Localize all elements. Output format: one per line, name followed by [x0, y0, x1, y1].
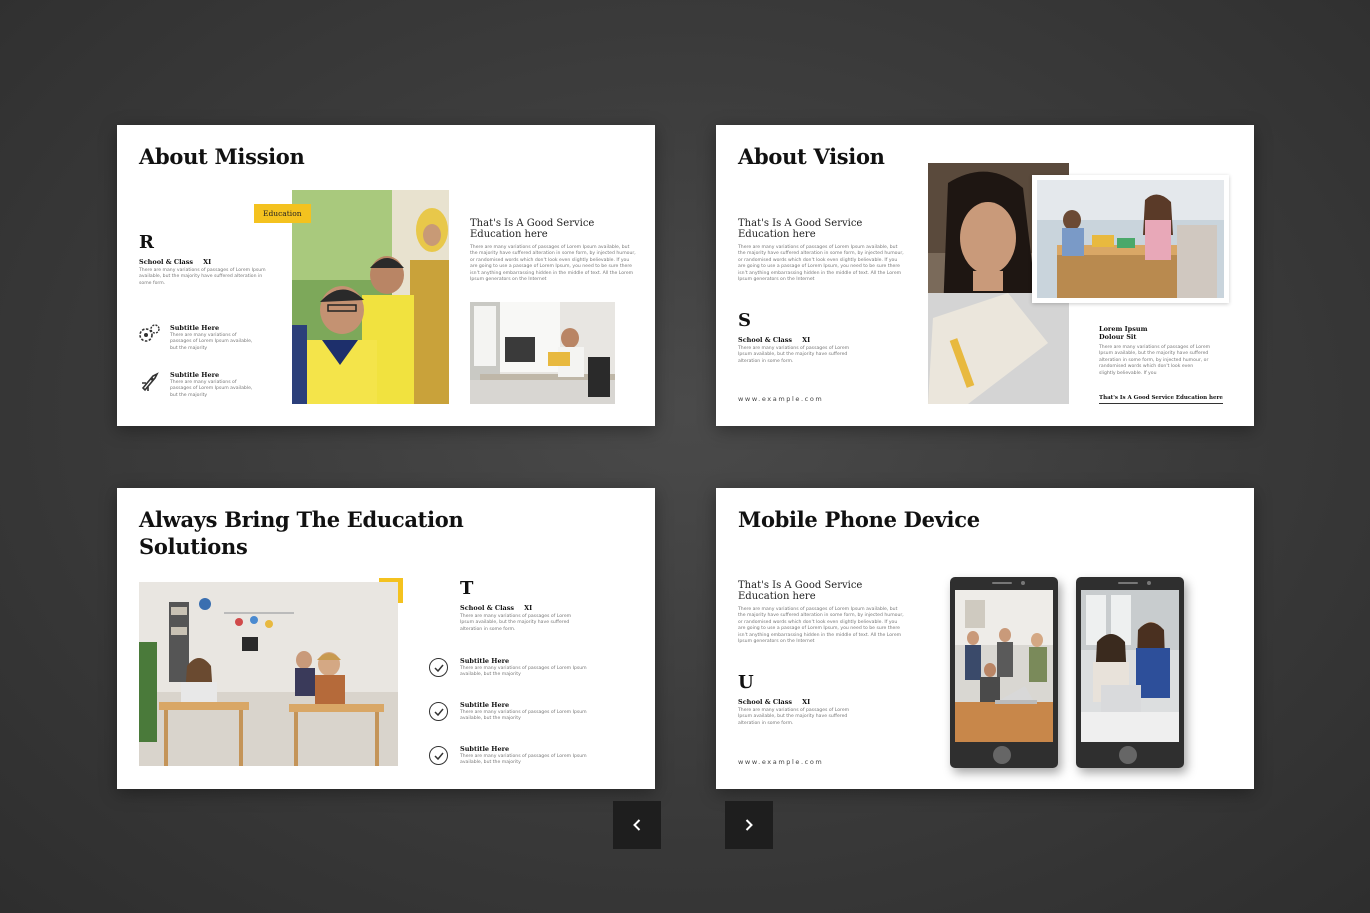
phone-screen-women-laptop [1081, 590, 1179, 742]
section-letter: S [738, 310, 751, 331]
classroom-kids-photo [1032, 175, 1229, 303]
check-icon [429, 658, 448, 677]
section-letter: U [738, 672, 754, 693]
subtitle-1-text: There are many variations of passages of… [460, 666, 587, 678]
subtitle-1: Subtitle Here [460, 657, 510, 665]
school-class-label: School & Class [139, 258, 194, 266]
prev-slide-button[interactable] [613, 801, 661, 849]
check-icon [429, 702, 448, 721]
section-heading: That's Is A Good Service Education here [738, 580, 863, 602]
school-class-line: School & Class XI [139, 258, 211, 266]
side-heading: Lorem Ipsum Dolour Sit [1099, 325, 1148, 341]
slide-title: Mobile Phone Device [738, 507, 980, 532]
phone-speaker [1118, 582, 1138, 584]
subtitle-3: Subtitle Here [460, 745, 510, 753]
section-body: There are many variations of passages of… [738, 346, 850, 364]
class-value: XI [802, 698, 811, 706]
school-class-line: School & Class XI [738, 336, 810, 344]
education-badge: Education [254, 204, 311, 223]
side-link[interactable]: That's Is A Good Service Education here [1099, 395, 1223, 404]
section-heading-body: There are many variations of passages of… [738, 607, 904, 645]
phone-screen-students [955, 590, 1053, 742]
section-body: There are many variations of passages of… [738, 708, 850, 726]
subtitle-2-text: There are many variations of passages of… [170, 380, 253, 398]
section-body: There are many variations of passages of… [139, 268, 266, 286]
phone-speaker [992, 582, 1012, 584]
website-url: www.example.com [738, 395, 824, 403]
slide-mobile-phone-device[interactable]: Mobile Phone Device That's Is A Good Ser… [716, 488, 1254, 789]
school-class-label: School & Class [738, 336, 793, 344]
classroom-photo [139, 582, 398, 766]
subtitle-2: Subtitle Here [170, 371, 220, 379]
section-body: There are many variations of passages of… [460, 614, 572, 632]
phone-camera [1021, 581, 1025, 585]
phone-home-button [993, 746, 1011, 764]
students-photo [292, 190, 449, 404]
section-heading-body: There are many variations of passages of… [738, 245, 904, 283]
slide-title: About Mission [139, 144, 305, 169]
slide-education-solutions[interactable]: Always Bring The Education Solutions T S… [117, 488, 655, 789]
class-value: XI [802, 336, 811, 344]
subtitle-1-text: There are many variations of passages of… [170, 333, 253, 351]
school-class-label: School & Class [460, 604, 515, 612]
section-heading: That's Is A Good Service Education here [470, 218, 595, 240]
rocket-icon [137, 371, 161, 393]
side-body: There are many variations of passages of… [1099, 345, 1211, 376]
chevron-left-icon [633, 819, 641, 831]
phone-camera [1147, 581, 1151, 585]
phone-mockup-2 [1076, 577, 1184, 768]
subtitle-1: Subtitle Here [170, 324, 220, 332]
school-class-label: School & Class [738, 698, 793, 706]
section-heading: That's Is A Good Service Education here [738, 218, 863, 240]
subtitle-2: Subtitle Here [460, 701, 510, 709]
class-value: XI [203, 258, 212, 266]
subtitle-3-text: There are many variations of passages of… [460, 754, 587, 766]
section-letter: R [139, 232, 154, 253]
phone-mockup-1 [950, 577, 1058, 768]
next-slide-button[interactable] [725, 801, 773, 849]
slide-about-mission[interactable]: About Mission R School & Class XI There a… [117, 125, 655, 426]
slide-title: Always Bring The Education Solutions [139, 507, 464, 559]
office-photo [470, 302, 615, 404]
class-value: XI [524, 604, 533, 612]
slide-title: About Vision [738, 144, 885, 169]
chevron-right-icon [745, 819, 753, 831]
website-url: www.example.com [738, 758, 824, 766]
school-class-line: School & Class XI [460, 604, 532, 612]
slide-about-vision[interactable]: About Vision That's Is A Good Service Ed… [716, 125, 1254, 426]
section-letter: T [460, 578, 474, 599]
school-class-line: School & Class XI [738, 698, 810, 706]
section-heading-body: There are many variations of passages of… [470, 245, 636, 283]
phone-home-button [1119, 746, 1137, 764]
gears-icon [137, 323, 161, 345]
check-icon [429, 746, 448, 765]
subtitle-2-text: There are many variations of passages of… [460, 710, 587, 722]
